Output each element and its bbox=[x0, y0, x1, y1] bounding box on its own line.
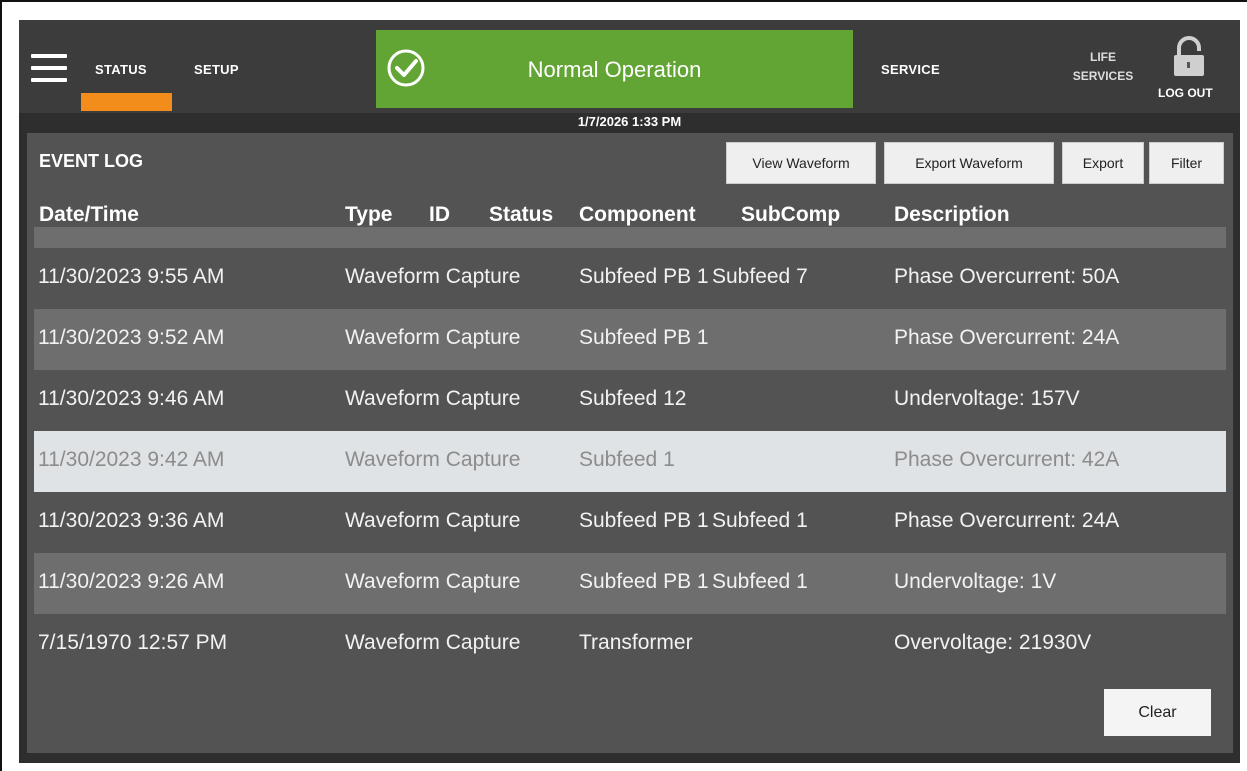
column-header-status[interactable]: Status bbox=[489, 203, 553, 227]
table-row[interactable]: 7/15/1970 12:57 PM Waveform Capture Transf… bbox=[34, 614, 1226, 675]
cell-type: Waveform Capture bbox=[345, 570, 521, 593]
cell-type: Waveform Capture bbox=[345, 227, 520, 228]
cell-datetime: 11/30/2023 9:46 AM bbox=[38, 387, 225, 410]
cell-type: Waveform Capture bbox=[345, 265, 521, 288]
table-row[interactable]: 11/30/2023 9:55 AM Waveform Capture Subfee… bbox=[34, 248, 1226, 309]
top-header: STATUS SETUP Normal Operation SERVICE LI… bbox=[19, 20, 1240, 113]
frame-border-left bbox=[0, 0, 2, 771]
cell-type: Waveform Capture bbox=[345, 509, 521, 532]
cell-datetime: 11/30/2023 9:52 AM bbox=[38, 326, 225, 349]
cell-component: Subfeed PB 1 bbox=[579, 326, 709, 349]
table-row[interactable]: 11/30/2023 9:46 AM Waveform Capture Subfee… bbox=[34, 370, 1226, 431]
cell-description: Phase Overcurrent: 24A bbox=[894, 326, 1120, 349]
logout-button[interactable]: LOG OUT bbox=[1152, 30, 1242, 110]
clear-button[interactable]: Clear bbox=[1104, 689, 1211, 736]
cell-description: Undervoltage: 157V bbox=[894, 387, 1080, 410]
column-header-type[interactable]: Type bbox=[345, 203, 392, 227]
cell-datetime: 11/30/2023 9:42 AM bbox=[38, 448, 225, 471]
status-banner: Normal Operation bbox=[376, 30, 853, 108]
cell-type: Waveform Capture bbox=[345, 326, 521, 349]
cell-datetime: 11/30/2023 9:55 AM bbox=[38, 227, 224, 228]
filter-button[interactable]: Filter bbox=[1149, 142, 1224, 184]
cell-description: Undervoltage: 1V bbox=[894, 570, 1057, 593]
cell-component: Transformer bbox=[579, 631, 693, 654]
cell-component: Subfeed PB 1 bbox=[579, 509, 709, 532]
cell-description: Undervoltage: 157V bbox=[894, 227, 1080, 228]
cell-datetime: 11/30/2023 9:36 AM bbox=[38, 509, 225, 532]
cell-component: Subfeed PB 1 bbox=[579, 227, 709, 228]
table-row[interactable]: 11/30/2023 9:55 AM Waveform Capture Subfee… bbox=[34, 227, 1226, 248]
table-row[interactable]: 11/30/2023 9:26 AM Waveform Capture Subfee… bbox=[34, 553, 1226, 614]
banner-status-text: Normal Operation bbox=[527, 57, 702, 82]
table-row[interactable]: 11/30/2023 9:36 AM Waveform Capture Subfee… bbox=[34, 492, 1226, 553]
view-waveform-button[interactable]: View Waveform bbox=[726, 142, 876, 184]
nav-service-tab[interactable]: SERVICE bbox=[881, 62, 940, 77]
life-services-label-line1: LIFE bbox=[1090, 50, 1116, 64]
column-header-id[interactable]: ID bbox=[429, 203, 450, 227]
cell-type: Waveform Capture bbox=[345, 631, 521, 654]
column-header-description[interactable]: Description bbox=[894, 203, 1010, 227]
cell-type: Waveform Capture bbox=[345, 387, 521, 410]
cell-component: Subfeed 12 bbox=[579, 387, 687, 410]
export-button[interactable]: Export bbox=[1062, 142, 1144, 184]
cell-subcomp: Subfeed 7 bbox=[712, 265, 808, 288]
nav-setup-tab[interactable]: SETUP bbox=[194, 62, 239, 77]
cell-subcomp: Subfeed 1 bbox=[712, 509, 808, 532]
nav-status-tab[interactable]: STATUS bbox=[95, 62, 147, 77]
cell-datetime: 11/30/2023 9:26 AM bbox=[38, 570, 225, 593]
column-header-component[interactable]: Component bbox=[579, 203, 696, 227]
frame-border-top bbox=[0, 0, 1247, 2]
status-tab-indicator bbox=[81, 93, 172, 111]
cell-description: Phase Overcurrent: 50A bbox=[894, 265, 1120, 288]
current-datetime: 1/7/2026 1:33 PM bbox=[577, 114, 682, 129]
cell-datetime: 7/15/1970 12:57 PM bbox=[38, 631, 228, 654]
cell-component: Subfeed PB 1 bbox=[579, 570, 709, 593]
cell-description: Phase Overcurrent: 42A bbox=[894, 448, 1120, 471]
event-log-panel: EVENT LOG View Waveform Export Waveform … bbox=[27, 133, 1233, 753]
export-waveform-button[interactable]: Export Waveform bbox=[884, 142, 1054, 184]
event-log-table[interactable]: 11/30/2023 9:55 AM Waveform Capture Subfee… bbox=[34, 227, 1226, 707]
logout-label: LOG OUT bbox=[1158, 86, 1213, 100]
cell-description: Phase Overcurrent: 24A bbox=[894, 509, 1120, 532]
nav-life-services-tab[interactable]: LIFE SERVICES bbox=[1063, 48, 1143, 86]
event-log-title: EVENT LOG bbox=[39, 151, 144, 171]
column-header-subcomp[interactable]: SubComp bbox=[741, 203, 840, 227]
cell-datetime: 11/30/2023 9:55 AM bbox=[38, 265, 225, 288]
device-screen: STATUS SETUP Normal Operation SERVICE LI… bbox=[19, 20, 1240, 763]
table-row[interactable]: 11/30/2023 9:52 AM Waveform Capture Subfee… bbox=[34, 309, 1226, 370]
cell-component: Subfeed PB 1 bbox=[579, 265, 709, 288]
cell-type: Waveform Capture bbox=[345, 448, 521, 471]
life-services-label-line2: SERVICES bbox=[1072, 69, 1134, 83]
menu-icon[interactable] bbox=[31, 54, 67, 84]
cell-component: Subfeed 1 bbox=[579, 448, 675, 471]
unlock-icon bbox=[1174, 36, 1204, 76]
column-header-datetime[interactable]: Date/Time bbox=[39, 203, 139, 227]
cell-subcomp: Subfeed 1 bbox=[712, 570, 808, 593]
table-row[interactable]: 11/30/2023 9:42 AM Waveform Capture Subfee… bbox=[34, 431, 1226, 492]
cell-description: Overvoltage: 21930V bbox=[894, 631, 1092, 654]
